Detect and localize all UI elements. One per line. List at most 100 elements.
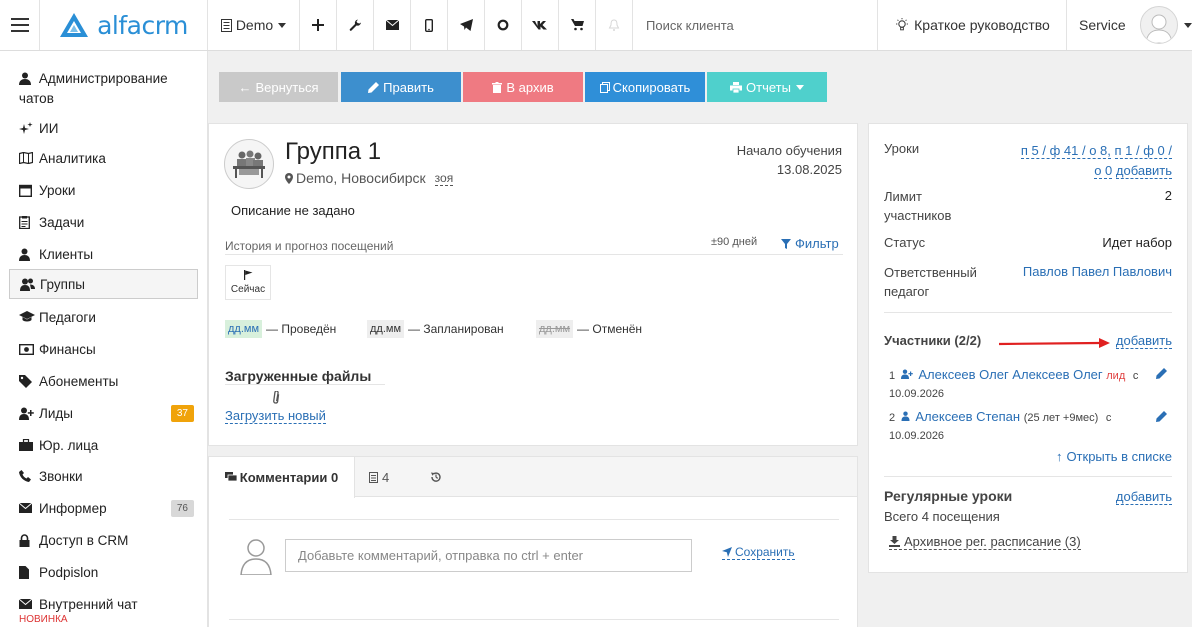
open-in-list-link[interactable]: ↑ Открыть в списке	[1056, 449, 1172, 464]
user-name: Service	[1079, 17, 1126, 33]
archive-button[interactable]: В архив	[463, 72, 583, 102]
legend-done: дд.мм — Проведён	[225, 320, 336, 338]
plus-icon	[312, 19, 324, 31]
document-icon	[220, 18, 232, 32]
edit-participant-button[interactable]	[1156, 367, 1167, 382]
copy-button[interactable]: Скопировать	[585, 72, 705, 102]
classroom-icon	[233, 150, 265, 178]
branch-selector[interactable]: Demo	[208, 0, 300, 50]
add-participant-link[interactable]: добавить	[1115, 333, 1172, 349]
menu-toggle-button[interactable]	[0, 0, 40, 50]
paperclip-icon	[271, 390, 284, 409]
lessons-label: Уроки	[884, 141, 920, 156]
participant-from: с	[1105, 412, 1112, 424]
mail-button[interactable]	[374, 0, 411, 50]
legend-cancelled-code: дд.мм	[536, 320, 574, 338]
sidebar-item-groups[interactable]: Группы	[9, 269, 198, 299]
sidebar-item-clients[interactable]: Клиенты	[9, 244, 198, 264]
tab-history[interactable]	[424, 457, 448, 497]
document-icon	[19, 565, 39, 579]
sidebar-item-chat-admin[interactable]: Администрирование чатов	[9, 69, 198, 109]
sidebar-item-label: Аналитика	[39, 150, 106, 166]
quick-guide-button[interactable]: Краткое руководство	[879, 0, 1067, 50]
participant-name-link[interactable]: Алексеев Степан	[915, 409, 1020, 424]
sidebar-item-crm-access[interactable]: Доступ в CRM	[9, 530, 198, 550]
user-silhouette-icon	[1145, 14, 1173, 43]
reports-button[interactable]: Отчеты	[707, 72, 827, 102]
participant-name-link[interactable]: Алексеев Олег Алексеев Олег	[918, 367, 1102, 382]
legend-done-code: дд.мм	[225, 320, 263, 338]
client-search-input[interactable]: Поиск клиента	[633, 0, 878, 50]
new-badge: НОВИНКА	[19, 614, 68, 625]
printer-icon	[730, 81, 743, 93]
limit-label: Лимит участников	[884, 187, 951, 225]
archived-schedule-link[interactable]: Архивное рег. расписание (3)	[889, 534, 1081, 550]
edit-participant-button[interactable]	[1156, 410, 1167, 425]
lessons-stats-link-2[interactable]: п 1 / ф 0 /	[1114, 143, 1172, 159]
tab-comments[interactable]: Комментарии 0	[209, 457, 355, 498]
range-label[interactable]: ±90 дней	[711, 236, 757, 248]
add-button[interactable]	[300, 0, 337, 50]
mobile-button[interactable]	[411, 0, 448, 50]
trash-icon	[492, 81, 503, 93]
filter-button[interactable]: Фильтр	[781, 236, 839, 251]
sidebar-item-ai[interactable]: ИИ	[9, 118, 198, 138]
sidebar-item-analytics[interactable]: Аналитика	[9, 148, 198, 168]
limit-label-line: Лимит	[884, 189, 922, 204]
avatar	[1139, 6, 1178, 44]
room-link[interactable]: зоя	[434, 171, 454, 186]
sidebar-item-informer[interactable]: Информер 76	[9, 498, 198, 518]
sidebar: Администрирование чатов ИИ Аналитика Уро…	[0, 51, 208, 627]
sidebar-item-teachers[interactable]: Педагоги	[9, 307, 198, 327]
chat-circle-icon	[497, 19, 509, 31]
participant-date: 10.09.2026	[889, 430, 945, 442]
start-date-block: Начало обучения 13.08.2025	[737, 141, 842, 179]
sidebar-item-lessons[interactable]: Уроки	[9, 180, 198, 200]
lessons-stats-link-3[interactable]: о 0	[1094, 163, 1113, 179]
sidebar-item-legal-entities[interactable]: Юр. лица	[9, 435, 198, 455]
sidebar-item-label: Клиенты	[39, 246, 94, 262]
mobile-phone-icon	[425, 18, 433, 32]
vk-button[interactable]	[522, 0, 559, 50]
save-comment-button[interactable]: Сохранить	[722, 545, 795, 560]
calendar-icon	[19, 184, 39, 197]
notifications-button[interactable]	[596, 0, 633, 50]
chat-button[interactable]	[485, 0, 522, 50]
lessons-add-link[interactable]: добавить	[1115, 163, 1172, 179]
brand-logo[interactable]: alfacrm	[40, 0, 208, 50]
group-card: Группа 1 Demo, Новосибирск зоя Начало об…	[208, 123, 858, 446]
bell-icon	[608, 18, 620, 31]
alfacrm-logo-icon	[60, 13, 89, 37]
upload-new-link[interactable]: Загрузить новый	[225, 408, 326, 424]
back-button[interactable]: ← Вернуться	[219, 72, 338, 102]
sidebar-item-podpislon[interactable]: Podpislon	[9, 562, 198, 582]
sidebar-item-finance[interactable]: Финансы	[9, 339, 198, 359]
lessons-stats-link-1[interactable]: п 5 / ф 41 / о 8,	[1020, 143, 1111, 159]
status-value: Идет набор	[1102, 235, 1172, 250]
comment-input[interactable]: Добавьте комментарий, отправка по ctrl +…	[285, 539, 692, 572]
user-silhouette-icon	[240, 539, 272, 576]
sidebar-item-subscriptions[interactable]: Абонементы	[9, 371, 198, 391]
archived-schedule-label: Архивное рег. расписание (3)	[904, 534, 1081, 549]
divider	[229, 519, 839, 520]
sidebar-item-tasks[interactable]: Задачи	[9, 212, 198, 232]
sidebar-item-label: Podpislon	[39, 564, 99, 580]
sparkles-icon	[19, 121, 39, 135]
filter-icon	[781, 238, 791, 249]
teacher-link[interactable]: Павлов Павел Павлович	[1023, 264, 1172, 279]
now-marker[interactable]: Сейчас	[225, 265, 271, 300]
sidebar-item-calls[interactable]: Звонки	[9, 466, 198, 486]
user-menu[interactable]: Service	[1067, 0, 1192, 50]
comment-placeholder: Добавьте комментарий, отправка по ctrl +…	[298, 548, 584, 563]
tab-tasks[interactable]: 4	[369, 457, 389, 497]
edit-button[interactable]: Править	[341, 72, 461, 102]
settings-button[interactable]	[337, 0, 374, 50]
sidebar-item-internal-chat[interactable]: Внутренний чат	[9, 594, 198, 614]
add-regular-lesson-link[interactable]: добавить	[1115, 489, 1172, 505]
sidebar-item-leads[interactable]: Лиды 37	[9, 403, 198, 423]
teacher-label-line: педагог	[884, 284, 930, 299]
cart-button[interactable]	[559, 0, 596, 50]
sidebar-item-label: Абонементы	[39, 373, 119, 389]
telegram-button[interactable]	[448, 0, 485, 50]
sidebar-item-label: Юр. лица	[39, 437, 99, 453]
